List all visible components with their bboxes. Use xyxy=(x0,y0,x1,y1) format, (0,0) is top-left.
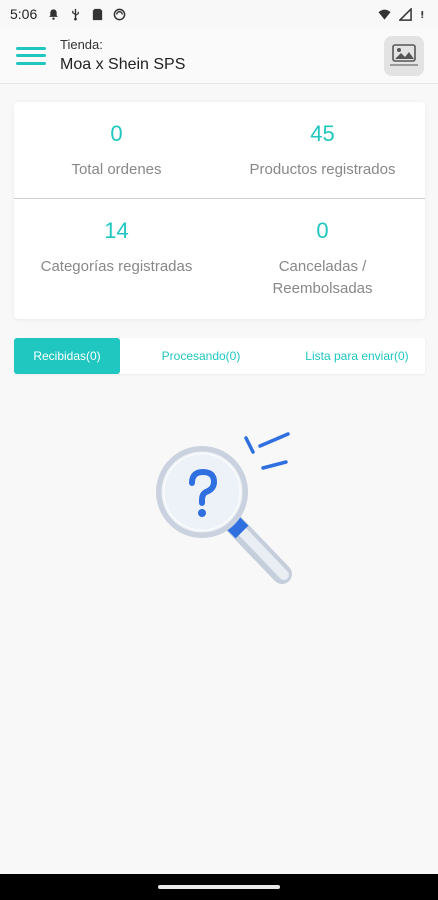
stat-label-line2: Reembolsadas xyxy=(272,280,373,297)
store-info: Tienda: Moa x Shein SPS xyxy=(60,37,185,74)
usb-icon xyxy=(72,8,80,21)
stat-label-line1: Canceladas / xyxy=(278,258,367,275)
status-bar: 5:06 xyxy=(0,0,438,28)
sd-card-icon xyxy=(93,8,103,20)
sync-icon xyxy=(113,8,126,20)
status-time: 5:06 xyxy=(10,6,38,22)
app-header: Tienda: Moa x Shein SPS xyxy=(0,28,438,84)
stat-label: Productos registrados xyxy=(249,161,396,178)
tab-procesando[interactable]: Procesando(0) xyxy=(142,338,260,374)
magnifier-question-icon xyxy=(156,432,292,584)
battery-alert-icon xyxy=(421,10,424,18)
store-name: Moa x Shein SPS xyxy=(60,56,186,73)
menu-icon[interactable] xyxy=(16,45,46,67)
stat-value: 45 xyxy=(310,121,335,146)
tab-recibidas[interactable]: Recibidas(0) xyxy=(14,338,120,374)
stats-card: 0 Total ordenes 45 Productos registrados… xyxy=(14,102,425,319)
stat-value: 0 xyxy=(316,218,329,243)
order-status-tabs: Recibidas(0) Procesando(0) Lista para en… xyxy=(14,338,425,374)
stat-value: 14 xyxy=(104,218,129,243)
stat-value: 0 xyxy=(110,121,123,146)
home-indicator[interactable] xyxy=(158,885,280,889)
tab-lista-para-enviar[interactable]: Lista para enviar(0) xyxy=(292,338,422,374)
stats-divider xyxy=(14,198,425,199)
stat-label: Total ordenes xyxy=(71,161,162,178)
store-logo-image-icon[interactable] xyxy=(384,36,424,76)
stat-total-orders[interactable]: 0 Total ordenes xyxy=(14,121,219,181)
store-caption: Tienda: xyxy=(60,37,103,52)
stat-label: Categorías registradas xyxy=(40,258,193,275)
status-icons-right xyxy=(378,7,428,21)
status-icons-left xyxy=(47,8,126,21)
signal-icon xyxy=(399,7,412,21)
wifi-icon xyxy=(378,9,391,20)
stat-registered-categories[interactable]: 14 Categorías registradas xyxy=(14,218,219,278)
stat-cancelled-refunded[interactable]: 0 Canceladas / Reembolsadas xyxy=(220,218,425,300)
image-placeholder-icon xyxy=(390,44,418,66)
system-nav-bar xyxy=(0,874,438,900)
notification-bell-icon xyxy=(49,8,59,20)
stat-registered-products[interactable]: 45 Productos registrados xyxy=(220,121,425,181)
